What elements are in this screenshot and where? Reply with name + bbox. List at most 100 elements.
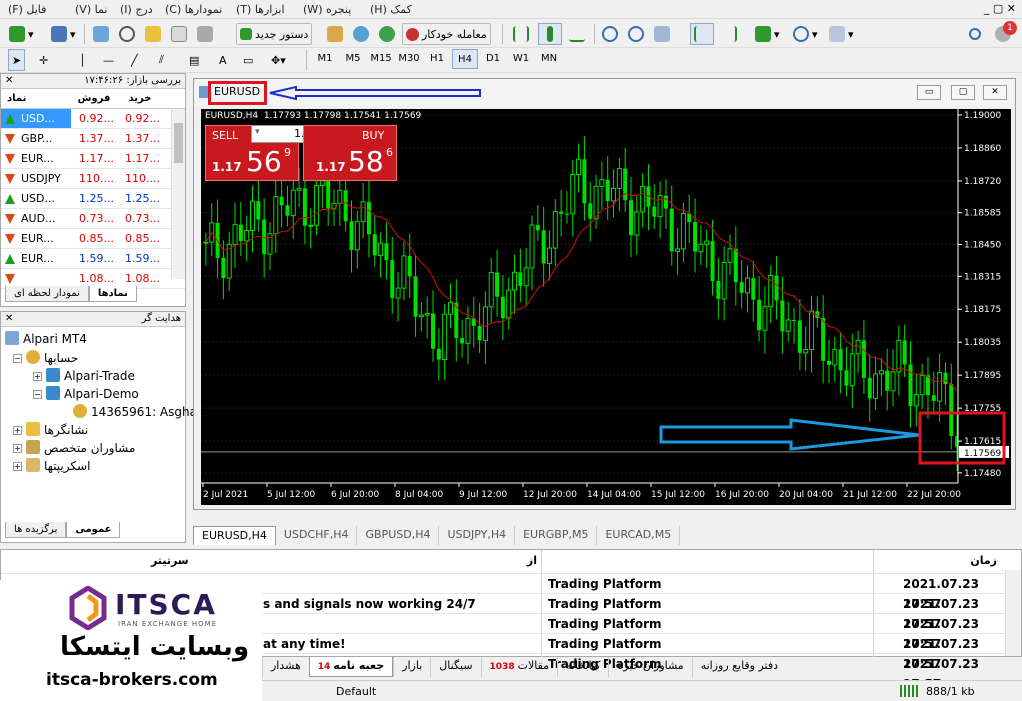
- chart-tab[interactable]: USDCHF,H4: [276, 526, 358, 545]
- tab-common[interactable]: عمومی: [66, 522, 121, 538]
- tree-indicators[interactable]: + نشانگرها: [13, 422, 88, 437]
- collapse-icon[interactable]: −: [13, 354, 22, 363]
- timeframe-m5[interactable]: M5: [340, 49, 366, 69]
- close-button[interactable]: ✕: [983, 85, 1007, 100]
- text-button[interactable]: A: [216, 49, 230, 71]
- tree-alpari-demo[interactable]: − Alpari-Demo: [33, 386, 139, 401]
- new-chart-button[interactable]: ▾: [6, 23, 37, 45]
- fibo-button[interactable]: ▤: [186, 49, 202, 71]
- metaeditor-button[interactable]: [324, 23, 346, 45]
- candle-chart-button[interactable]: [538, 23, 562, 45]
- expand-icon[interactable]: +: [13, 462, 22, 471]
- zoom-out-button[interactable]: [625, 23, 647, 45]
- tester-button[interactable]: [194, 23, 216, 45]
- menu-view[interactable]: نما (V): [75, 3, 107, 16]
- col-from[interactable]: از: [527, 554, 537, 574]
- line-chart-button[interactable]: [566, 23, 588, 45]
- chart-tab[interactable]: EURGBP,M5: [515, 526, 598, 545]
- timeframe-m1[interactable]: M1: [312, 49, 338, 69]
- signals-button[interactable]: [350, 23, 372, 45]
- horizontal-line-button[interactable]: —: [100, 49, 117, 71]
- buy-button[interactable]: BUY 1.17 58 6: [303, 125, 397, 181]
- news-headline[interactable]: s and signals now working 24/7: [263, 594, 476, 614]
- market-watch-row[interactable]: EUR... 0.85... 0.85...: [1, 229, 185, 249]
- new-order-button[interactable]: دستور جدید: [236, 23, 313, 45]
- timeframe-m15[interactable]: M15: [368, 49, 394, 69]
- close-icon[interactable]: ✕: [5, 75, 13, 86]
- news-source[interactable]: Trading Platform: [548, 634, 662, 654]
- tab-favorites[interactable]: برگزیده ها: [5, 522, 67, 538]
- periods-button[interactable]: ▾: [790, 23, 821, 45]
- templates-button[interactable]: ▾: [826, 23, 857, 45]
- news-time[interactable]: 2021.07.23 17:57: [903, 574, 1021, 611]
- channel-button[interactable]: ⫽: [156, 49, 167, 71]
- news-time[interactable]: 2021.07.23 17:57: [903, 654, 1021, 691]
- menu-window[interactable]: پنجره (W): [303, 3, 351, 16]
- bar-chart-button[interactable]: [510, 23, 532, 45]
- menu-file[interactable]: فایل (F): [8, 3, 46, 16]
- timeframe-d1[interactable]: D1: [480, 49, 506, 69]
- collapse-icon[interactable]: −: [33, 390, 42, 399]
- tile-button[interactable]: [651, 23, 673, 45]
- timeframe-m30[interactable]: M30: [396, 49, 422, 69]
- tree-experts[interactable]: + مشاوران متخصص: [13, 440, 135, 455]
- terminal-scrollbar[interactable]: [1005, 570, 1021, 656]
- trendline-button[interactable]: ╱: [128, 49, 141, 71]
- close-icon[interactable]: ✕: [5, 313, 13, 324]
- market-watch-row[interactable]: AUD... 0.73... 0.73...: [1, 209, 185, 229]
- vertical-line-button[interactable]: │: [76, 49, 89, 71]
- timeframe-h1[interactable]: H1: [424, 49, 450, 69]
- tab-symbols[interactable]: نمادها: [88, 286, 137, 302]
- autotrading-button[interactable]: معامله خودکار: [402, 23, 491, 45]
- market-watch-button[interactable]: [90, 23, 112, 45]
- chart-shift-button[interactable]: [718, 23, 740, 45]
- timeframe-mn[interactable]: MN: [536, 49, 562, 69]
- arrows-button[interactable]: ✥▾: [268, 49, 289, 71]
- tree-accounts[interactable]: − حسابها: [13, 350, 78, 365]
- expand-icon[interactable]: +: [13, 444, 22, 453]
- market-watch-row[interactable]: USD... 0.92... 0.92...: [1, 109, 185, 129]
- navigator-button[interactable]: [142, 23, 164, 45]
- terminal-tab[interactable]: مشاوران خبره: [608, 657, 691, 677]
- market-watch-row[interactable]: EUR... 1.59... 1.59...: [1, 249, 185, 269]
- autoscroll-button[interactable]: [690, 23, 714, 45]
- market-watch-scrollbar[interactable]: [171, 109, 185, 279]
- timeframe-w1[interactable]: W1: [508, 49, 534, 69]
- menu-tools[interactable]: ابزارها (T): [236, 3, 285, 16]
- market-watch-row[interactable]: USD... 1.25... 1.25...: [1, 189, 185, 209]
- terminal-tab[interactable]: مقالات1038: [480, 657, 558, 677]
- indicators-button[interactable]: ▾: [752, 23, 783, 45]
- tree-scripts[interactable]: + اسکریپتها: [13, 458, 90, 473]
- news-headline[interactable]: at any time!: [263, 634, 346, 654]
- tree-account[interactable]: 14365961: Asghar: [73, 404, 202, 419]
- chart-tab[interactable]: GBPUSD,H4: [357, 526, 440, 545]
- community-button[interactable]: [376, 23, 398, 45]
- restore-button[interactable]: ▢: [951, 85, 975, 100]
- chart-tab[interactable]: EURCAD,M5: [597, 526, 681, 545]
- minimize-button[interactable]: ▭: [917, 85, 941, 100]
- data-window-button[interactable]: [116, 23, 138, 45]
- chart-tab[interactable]: EURUSD,H4: [193, 526, 276, 545]
- lot-decrease-icon[interactable]: ▾: [255, 127, 260, 137]
- tree-root[interactable]: Alpari MT4: [5, 331, 87, 346]
- terminal-tab[interactable]: سیگنال: [430, 657, 480, 677]
- market-watch-row[interactable]: USDJPY 110.... 110....: [1, 169, 185, 189]
- menu-insert[interactable]: درج (I): [120, 3, 153, 16]
- menu-charts[interactable]: نمودارها (C): [165, 3, 222, 16]
- label-button[interactable]: ▭: [240, 49, 256, 71]
- notifications-button[interactable]: 1: [992, 21, 1017, 45]
- menu-help[interactable]: کمک (H): [370, 3, 412, 16]
- col-ask[interactable]: خرید: [117, 89, 163, 108]
- market-watch-row[interactable]: EUR... 1.17... 1.17...: [1, 149, 185, 169]
- col-time[interactable]: زمان: [970, 554, 997, 574]
- search-button[interactable]: [966, 23, 984, 45]
- zoom-in-button[interactable]: [599, 23, 621, 45]
- terminal-tab[interactable]: جعبه نامه14: [308, 657, 394, 677]
- terminal-tab[interactable]: دفتر وقایع روزانه: [691, 657, 786, 677]
- terminal-tab[interactable]: کتابخانه: [557, 657, 608, 677]
- news-source[interactable]: Trading Platform: [548, 574, 662, 594]
- timeframe-h4[interactable]: H4: [452, 49, 478, 69]
- news-source[interactable]: Trading Platform: [548, 614, 662, 634]
- window-controls[interactable]: _ ▢ ✕: [984, 2, 1016, 15]
- profiles-button[interactable]: ▾: [48, 23, 79, 45]
